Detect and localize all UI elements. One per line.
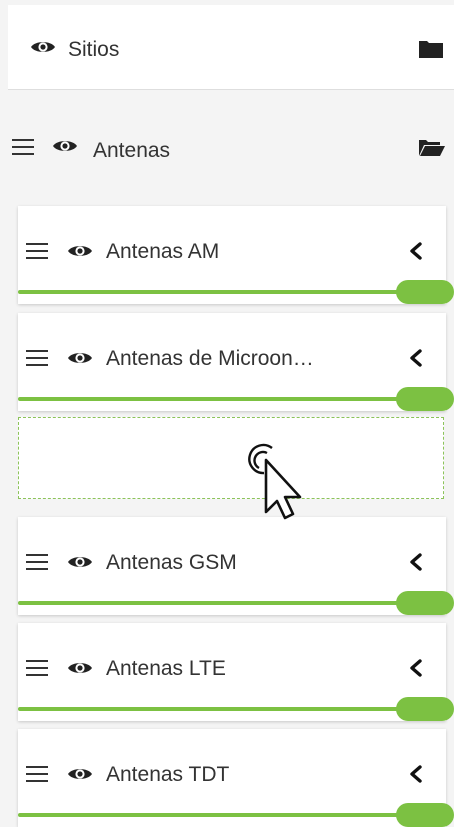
drag-handle-icon[interactable] <box>26 243 48 259</box>
drag-handle-icon[interactable] <box>26 554 48 570</box>
layer-card[interactable]: Antenas TDT <box>18 729 454 827</box>
eye-icon[interactable] <box>30 39 56 55</box>
opacity-slider-track[interactable] <box>18 290 428 294</box>
opacity-slider-track[interactable] <box>18 397 428 401</box>
chevron-left-icon[interactable] <box>409 242 423 260</box>
opacity-slider-track[interactable] <box>18 707 428 711</box>
drop-zone[interactable] <box>18 417 444 499</box>
opacity-slider-thumb[interactable] <box>396 697 454 721</box>
layer-label: Antenas de Microon… <box>106 347 314 370</box>
layer-label: Antenas TDT <box>106 763 230 786</box>
opacity-slider-thumb[interactable] <box>396 387 454 411</box>
opacity-slider-thumb[interactable] <box>396 803 454 827</box>
drag-handle-icon[interactable] <box>12 139 34 155</box>
group-row-sitios[interactable]: Sitios <box>8 5 454 90</box>
drag-handle-icon[interactable] <box>26 350 48 366</box>
opacity-slider-track[interactable] <box>18 601 428 605</box>
chevron-left-icon[interactable] <box>409 765 423 783</box>
eye-icon[interactable] <box>67 350 93 366</box>
chevron-left-icon[interactable] <box>409 349 423 367</box>
eye-icon[interactable] <box>52 138 78 154</box>
layer-label: Antenas GSM <box>106 551 237 574</box>
opacity-slider-thumb[interactable] <box>396 280 454 304</box>
layer-card[interactable]: Antenas AM <box>18 206 454 304</box>
layer-panel: Sitios Antenas Antenas AM Antenas de Micr… <box>0 0 454 827</box>
layer-card[interactable]: Antenas de Microon… <box>18 313 454 411</box>
chevron-left-icon[interactable] <box>409 553 423 571</box>
group-label: Antenas <box>93 139 171 162</box>
opacity-slider-thumb[interactable] <box>396 591 454 615</box>
eye-icon[interactable] <box>67 660 93 676</box>
drag-cursor-icon <box>248 443 302 520</box>
eye-icon[interactable] <box>67 766 93 782</box>
layer-label: Antenas LTE <box>106 657 226 680</box>
folder-open-icon[interactable] <box>418 139 446 157</box>
group-row-antenas[interactable]: Antenas <box>0 100 454 200</box>
eye-icon[interactable] <box>67 554 93 570</box>
layer-card[interactable]: Antenas LTE <box>18 623 454 721</box>
folder-closed-icon[interactable] <box>418 39 444 59</box>
group-label: Sitios <box>68 38 120 61</box>
drag-handle-icon[interactable] <box>26 766 48 782</box>
eye-icon[interactable] <box>67 243 93 259</box>
layer-card[interactable]: Antenas GSM <box>18 517 454 615</box>
opacity-slider-track[interactable] <box>18 813 428 817</box>
layer-label: Antenas AM <box>106 240 220 263</box>
drag-handle-icon[interactable] <box>26 660 48 676</box>
chevron-left-icon[interactable] <box>409 659 423 677</box>
